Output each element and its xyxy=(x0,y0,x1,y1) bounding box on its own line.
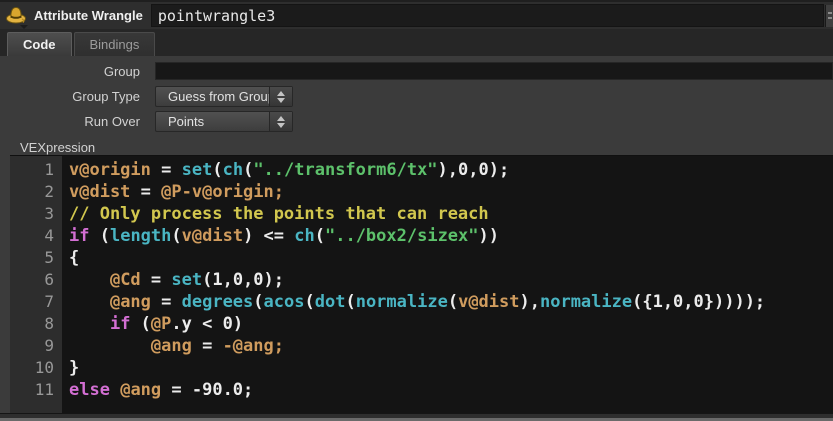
line-number: 11 xyxy=(10,379,54,401)
code-line[interactable]: else @ang = -90.0; xyxy=(69,379,833,401)
group-label: Group xyxy=(0,64,155,79)
line-number-gutter: 1234567891011 xyxy=(10,156,62,413)
line-number: 7 xyxy=(10,291,54,313)
group-input[interactable] xyxy=(155,62,833,80)
group-type-dropdown[interactable]: Guess from Group xyxy=(155,86,293,107)
line-number: 6 xyxy=(10,269,54,291)
group-row: Group xyxy=(0,62,833,80)
code-line[interactable]: @ang = degrees(acos(dot(normalize(v@dist… xyxy=(69,291,833,313)
run-over-value: Points xyxy=(156,112,269,131)
run-over-row: Run Over Points xyxy=(0,111,833,132)
code-line[interactable]: @Cd = set(1,0,0); xyxy=(69,269,833,291)
tab-code[interactable]: Code xyxy=(7,32,72,56)
code-line[interactable]: } xyxy=(69,357,833,379)
dropdown-arrows-icon[interactable] xyxy=(269,87,292,106)
node-name-input[interactable] xyxy=(151,4,824,27)
line-number: 3 xyxy=(10,203,54,225)
code-line[interactable]: if (length(v@dist) <= ch("../box2/sizex"… xyxy=(69,225,833,247)
code-line[interactable]: { xyxy=(69,247,833,269)
node-type-label: Attribute Wrangle xyxy=(30,8,151,23)
line-number: 10 xyxy=(10,357,54,379)
code-lines[interactable]: v@origin = set(ch("../transform6/tx"),0,… xyxy=(62,156,833,413)
vex-code-editor[interactable]: 1234567891011 v@origin = set(ch("../tran… xyxy=(10,155,833,413)
group-type-row: Group Type Guess from Group xyxy=(0,86,833,107)
vexpression-label: VEXpression xyxy=(20,140,95,155)
node-menu-caret-icon xyxy=(20,25,28,29)
group-type-label: Group Type xyxy=(0,89,155,104)
wrangle-node-icon[interactable] xyxy=(4,3,30,29)
code-line[interactable]: @ang = -@ang; xyxy=(69,335,833,357)
line-number: 4 xyxy=(10,225,54,247)
line-number: 9 xyxy=(10,335,54,357)
dropdown-arrows-icon[interactable] xyxy=(269,112,292,131)
tab-bar: Code Bindings xyxy=(0,29,833,56)
tab-bindings[interactable]: Bindings xyxy=(74,32,156,56)
panel-bottom-edge xyxy=(0,413,833,421)
line-number: 8 xyxy=(10,313,54,335)
panel-edge-button[interactable] xyxy=(825,5,833,27)
run-over-dropdown[interactable]: Points xyxy=(155,111,293,132)
line-number: 2 xyxy=(10,181,54,203)
code-line[interactable]: // Only process the points that can reac… xyxy=(69,203,833,225)
parameters-panel: Group Group Type Guess from Group Run Ov… xyxy=(0,56,833,155)
line-number: 1 xyxy=(10,159,54,181)
line-number: 5 xyxy=(10,247,54,269)
code-line[interactable]: v@origin = set(ch("../transform6/tx"),0,… xyxy=(69,159,833,181)
group-type-value: Guess from Group xyxy=(156,87,269,106)
code-line[interactable]: v@dist = @P-v@origin; xyxy=(69,181,833,203)
node-title-bar: Attribute Wrangle xyxy=(0,0,833,29)
code-line[interactable]: if (@P.y < 0) xyxy=(69,313,833,335)
cowboy-hat-icon xyxy=(5,4,27,26)
run-over-label: Run Over xyxy=(0,114,155,129)
